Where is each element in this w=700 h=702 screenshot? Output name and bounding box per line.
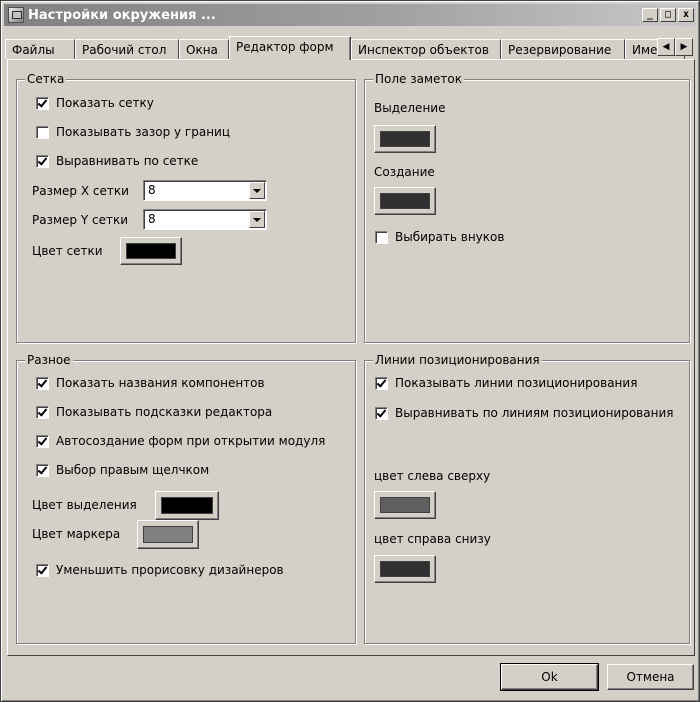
- guides-group-title: Линии позиционирования: [373, 353, 542, 367]
- show-editor-hints-check[interactable]: [36, 405, 49, 419]
- show-border-spacing-label: Показывать зазор у границ: [56, 125, 231, 139]
- right-click-select-check[interactable]: [36, 463, 49, 477]
- window-title: Настройки окружения ...: [28, 7, 216, 23]
- tab-scroll-right-icon[interactable]: ▶: [675, 38, 693, 56]
- select-grandchildren-check[interactable]: [375, 230, 388, 244]
- show-border-spacing-checkbox[interactable]: Показывать зазор у границ: [36, 125, 230, 139]
- grid-group-title: Сетка: [25, 72, 67, 86]
- show-editor-hints-label: Показывать подсказки редактора: [56, 405, 273, 419]
- misc-group-title: Разное: [25, 353, 73, 367]
- show-grid-label: Показать сетку: [56, 96, 154, 110]
- tab-backup[interactable]: Резервирование: [501, 39, 625, 59]
- grid-size-y-combo[interactable]: 8: [143, 209, 267, 230]
- notes-group-title: Поле заметок: [373, 72, 464, 86]
- title-bar[interactable]: Настройки окружения ... _ □ x: [4, 4, 696, 26]
- tab-form-designer[interactable]: Редактор форм: [229, 36, 351, 60]
- reduce-designer-painting-label: Уменьшить прорисовку дизайнеров: [56, 563, 284, 577]
- reduce-designer-painting-check[interactable]: [36, 563, 49, 577]
- tab-desktop[interactable]: Рабочий стол: [75, 39, 179, 59]
- creation-label: Создание: [374, 165, 435, 179]
- snap-to-guides-label: Выравнивать по линиям позиционирования: [395, 406, 674, 420]
- auto-create-forms-label: Автосоздание форм при открытии модуля: [56, 434, 326, 448]
- marker-color-swatch: [143, 526, 193, 543]
- show-grid-check[interactable]: [36, 96, 49, 110]
- top-left-color-label: цвет слева сверху: [374, 469, 491, 483]
- selection-color-swatch: [380, 131, 430, 147]
- auto-create-forms-check[interactable]: [36, 434, 49, 448]
- misc-selection-color-button[interactable]: [155, 491, 219, 520]
- snap-to-grid-checkbox[interactable]: Выравнивать по сетке: [36, 154, 198, 168]
- show-editor-hints-checkbox[interactable]: Показывать подсказки редактора: [36, 405, 272, 419]
- selection-color-button[interactable]: [374, 125, 436, 153]
- select-grandchildren-label: Выбирать внуков: [395, 230, 505, 244]
- snap-to-guides-check[interactable]: [375, 406, 388, 420]
- settings-window: Настройки окружения ... _ □ x Файлы Рабо…: [0, 0, 700, 702]
- maximize-button[interactable]: □: [660, 8, 676, 22]
- right-click-select-label: Выбор правым щелчком: [56, 463, 210, 477]
- grid-size-x-combo[interactable]: 8: [143, 180, 267, 201]
- snap-to-grid-check[interactable]: [36, 154, 49, 168]
- grid-size-x-value: 8: [148, 183, 156, 197]
- right-click-select-checkbox[interactable]: Выбор правым щелчком: [36, 463, 209, 477]
- tab-object-inspector[interactable]: Инспектор объектов: [351, 39, 501, 59]
- snap-to-grid-label: Выравнивать по сетке: [56, 154, 199, 168]
- form-designer-page: Сетка Показать сетку Показывать зазор у …: [7, 59, 695, 656]
- misc-selection-color-swatch: [161, 497, 213, 514]
- marker-color-button[interactable]: [137, 520, 199, 549]
- creation-color-swatch: [380, 193, 430, 209]
- top-left-color-button[interactable]: [374, 491, 436, 519]
- snap-to-guides-checkbox[interactable]: Выравнивать по линиям позиционирования: [375, 406, 673, 420]
- show-border-spacing-check[interactable]: [36, 125, 49, 139]
- grid-color-swatch: [126, 243, 176, 259]
- chevron-down-icon[interactable]: [249, 182, 265, 199]
- show-grid-checkbox[interactable]: Показать сетку: [36, 96, 154, 110]
- chevron-down-icon[interactable]: [249, 211, 265, 228]
- grid-size-y-value: 8: [148, 212, 156, 226]
- ok-button[interactable]: Ok: [500, 663, 599, 691]
- close-button[interactable]: x: [678, 8, 694, 22]
- bottom-right-color-button[interactable]: [374, 555, 436, 583]
- show-component-captions-checkbox[interactable]: Показать названия компонентов: [36, 376, 265, 390]
- minimize-button[interactable]: _: [642, 8, 658, 22]
- creation-color-button[interactable]: [374, 187, 436, 215]
- grid-size-x-label: Размер X сетки: [32, 184, 129, 198]
- guides-group: Линии позиционирования Показывать линии …: [364, 353, 690, 644]
- top-left-color-swatch: [380, 497, 430, 513]
- cancel-button[interactable]: Отмена: [607, 664, 694, 690]
- grid-color-label: Цвет сетки: [32, 244, 103, 258]
- tab-files[interactable]: Файлы: [5, 39, 75, 59]
- show-guides-check[interactable]: [375, 376, 388, 390]
- selection-label: Выделение: [374, 101, 446, 115]
- show-component-captions-label: Показать названия компонентов: [56, 376, 265, 390]
- misc-group: Разное Показать названия компонентов Пок…: [16, 353, 356, 644]
- settings-window-icon: [8, 7, 24, 23]
- show-component-captions-check[interactable]: [36, 376, 49, 390]
- bottom-right-color-label: цвет справа снизу: [374, 532, 491, 546]
- show-guides-checkbox[interactable]: Показывать линии позиционирования: [375, 376, 637, 390]
- tab-windows[interactable]: Окна: [179, 39, 229, 59]
- bottom-right-color-swatch: [380, 561, 430, 577]
- reduce-designer-painting-checkbox[interactable]: Уменьшить прорисовку дизайнеров: [36, 563, 284, 577]
- tab-strip: Файлы Рабочий стол Окна Редактор форм Ин…: [5, 36, 697, 60]
- selection-color-label: Цвет выделения: [32, 498, 137, 512]
- auto-create-forms-checkbox[interactable]: Автосоздание форм при открытии модуля: [36, 434, 325, 448]
- grid-group: Сетка Показать сетку Показывать зазор у …: [16, 72, 356, 343]
- grid-size-y-label: Размер Y сетки: [32, 213, 128, 227]
- notes-group: Поле заметок Выделение Создание Выбирать…: [364, 72, 690, 343]
- tab-scroll-left-icon[interactable]: ◀: [657, 38, 675, 56]
- show-guides-label: Показывать линии позиционирования: [395, 376, 638, 390]
- marker-color-label: Цвет маркера: [32, 527, 121, 541]
- grid-color-button[interactable]: [120, 237, 182, 265]
- select-grandchildren-checkbox[interactable]: Выбирать внуков: [375, 230, 504, 244]
